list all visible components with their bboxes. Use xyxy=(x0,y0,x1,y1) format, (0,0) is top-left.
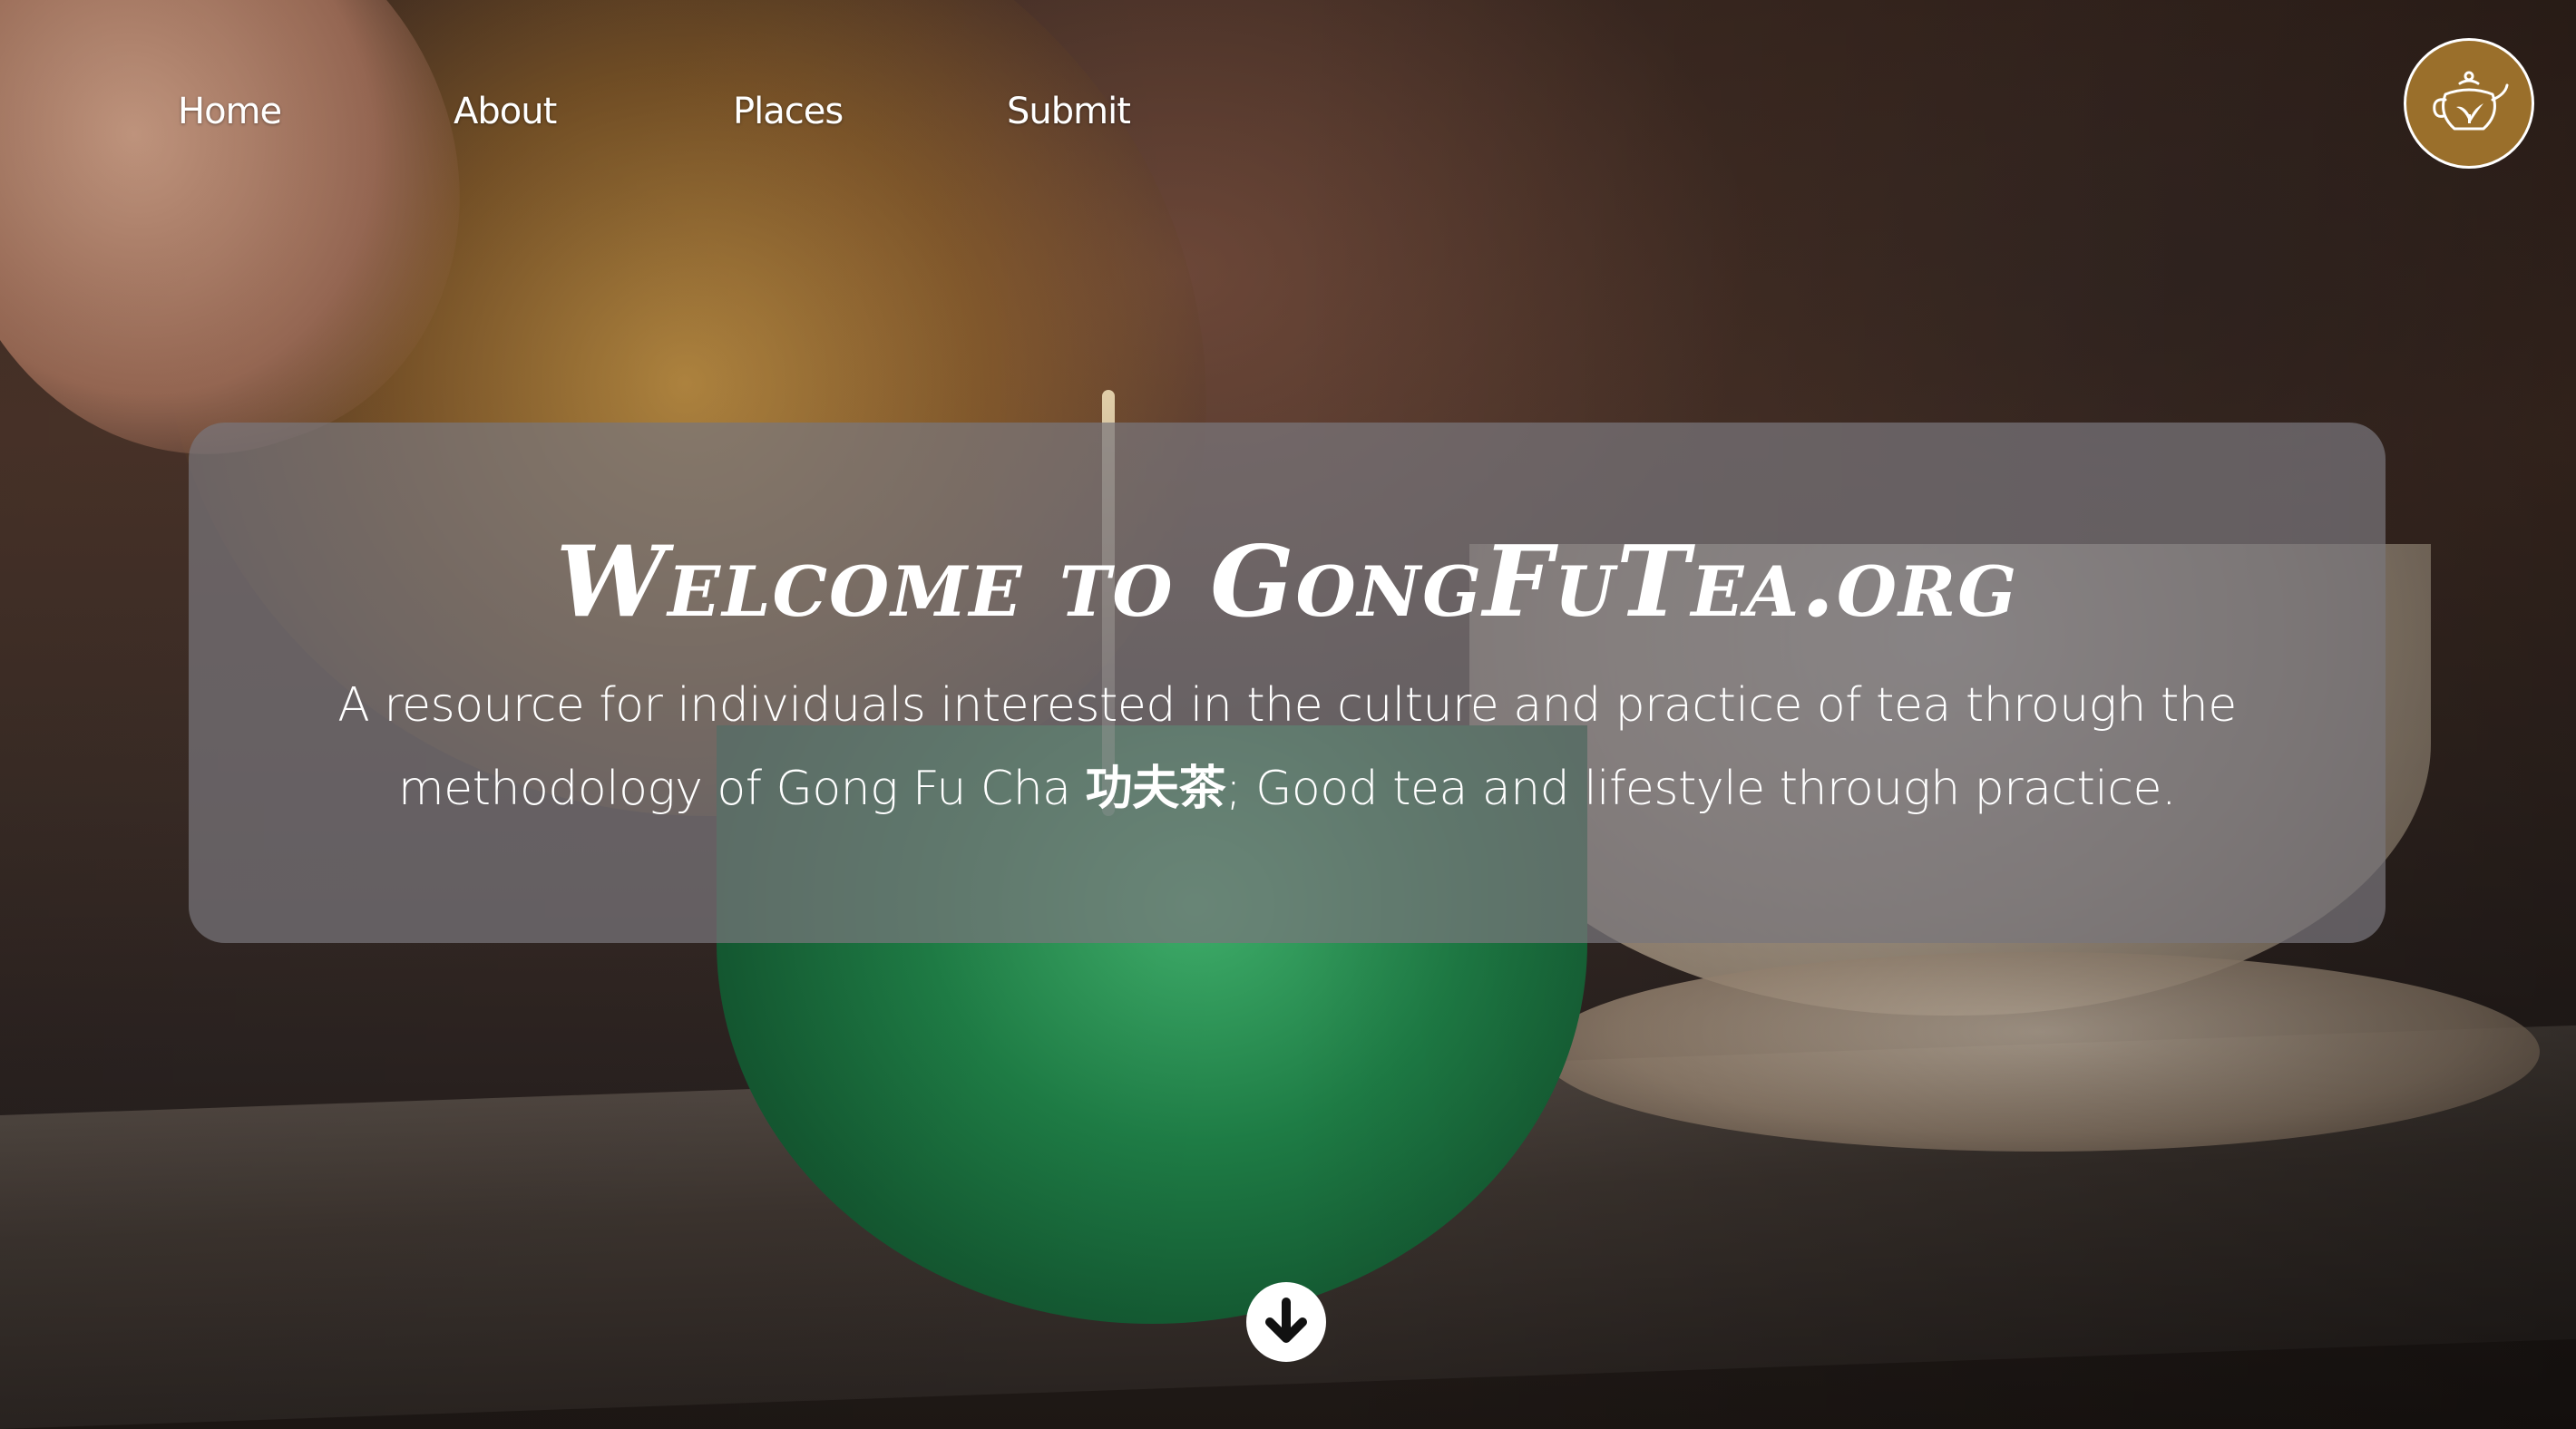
nav-link-home[interactable]: Home xyxy=(178,91,282,132)
page: Home About Places Submit Welcome to Gong… xyxy=(0,0,2576,1429)
hero-panel: Welcome to GongFuTea.org A resource for … xyxy=(189,423,2386,943)
teapot-icon xyxy=(2433,71,2509,131)
top-navigation: Home About Places Submit xyxy=(0,0,2576,236)
hero-text-chinese: 功夫茶 xyxy=(1085,762,1226,816)
hero-text-after: ; Good tea and lifestyle through practic… xyxy=(1225,762,2176,816)
hero-title: Welcome to GongFuTea.org xyxy=(555,525,2019,639)
arrow-down-icon xyxy=(1265,1298,1307,1343)
nav-link-submit[interactable]: Submit xyxy=(1007,91,1131,132)
scroll-down-button[interactable] xyxy=(1246,1282,1326,1362)
nav-link-places[interactable]: Places xyxy=(733,91,844,132)
site-logo[interactable] xyxy=(2404,38,2534,169)
hero-description: A resource for individuals interested in… xyxy=(216,664,2358,831)
nav-link-about[interactable]: About xyxy=(454,91,557,132)
